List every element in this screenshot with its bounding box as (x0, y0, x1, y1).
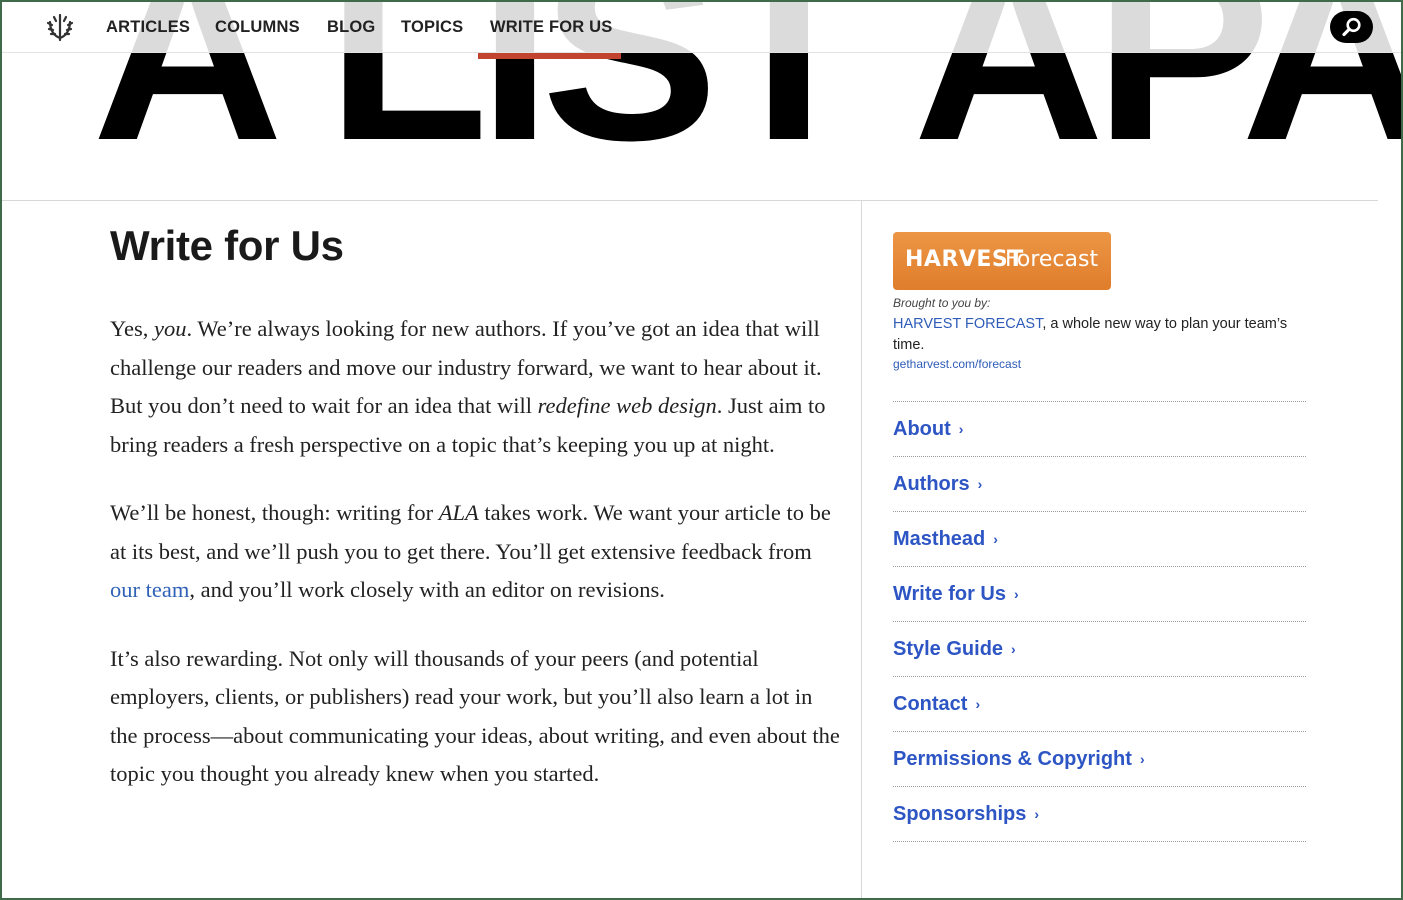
our-team-link[interactable]: our team (110, 577, 189, 602)
sidebar-item-label: Authors (893, 472, 970, 495)
browser-viewport: A LIST APART ARTICLES COLUMNS BLOG TOP (0, 0, 1403, 900)
sidebar-item-label: Permissions & Copyright (893, 747, 1132, 770)
sponsor-url-link[interactable]: getharvest.com/forecast (893, 357, 1306, 371)
sponsor-description: HARVEST FORECAST, a whole new way to pla… (893, 314, 1306, 355)
sponsor-brought-by: Brought to you by: (893, 296, 991, 310)
sidebar-item-label: Write for Us (893, 582, 1006, 605)
chevron-right-icon: › (1034, 806, 1040, 822)
sidebar-item-sponsorships[interactable]: Sponsorships › (893, 787, 1306, 842)
emphasis-text: you (154, 316, 187, 341)
sidebar-item-style-guide[interactable]: Style Guide › (893, 622, 1306, 677)
sidebar-item-label: Contact (893, 692, 968, 715)
search-icon (1342, 17, 1361, 37)
emphasis-text: redefine web design (537, 393, 717, 418)
header-divider (2, 200, 1378, 201)
sidebar-item-contact[interactable]: Contact › (893, 677, 1306, 732)
sidebar-item-label: Style Guide (893, 637, 1004, 660)
sidebar-item-about[interactable]: About › (893, 402, 1306, 457)
wreath-logo-icon[interactable] (44, 12, 76, 42)
chevron-right-icon: › (993, 531, 998, 547)
sidebar-item-label: Masthead (893, 527, 986, 550)
nav-columns[interactable]: COLUMNS (215, 18, 300, 37)
chevron-right-icon: › (975, 696, 981, 712)
emphasis-text: ALA (438, 500, 479, 525)
column-divider (861, 201, 862, 898)
work-paragraph: We’ll be honest, though: writing for ALA… (110, 494, 840, 610)
text-run: We’ll be honest, though: writing for (110, 500, 439, 525)
text-run: Yes, (110, 316, 154, 341)
rewarding-paragraph: It’s also rewarding. Not only will thous… (110, 645, 840, 787)
page-title: Write for Us (110, 222, 344, 269)
sponsor-product: Forecast (1005, 247, 1099, 272)
chevron-right-icon: › (958, 421, 964, 437)
sidebar-item-masthead[interactable]: Masthead › (893, 512, 1306, 567)
sidebar-item-write-for-us[interactable]: Write for Us › (893, 567, 1306, 622)
sponsor-name-link[interactable]: HARVEST FORECAST (893, 316, 1042, 332)
about-navigation: About › Authors › Masthead › Write for U… (893, 401, 1306, 842)
nav-blog[interactable]: BLOG (327, 18, 375, 37)
sponsor-banner[interactable]: HARVEST Forecast (893, 232, 1111, 290)
intro-paragraph: Yes, you. We’re always looking for new a… (110, 310, 840, 464)
nav-articles[interactable]: ARTICLES (106, 18, 190, 37)
nav-write-for-us[interactable]: WRITE FOR US (490, 18, 612, 37)
nav-topics[interactable]: TOPICS (401, 18, 463, 37)
chevron-right-icon: › (1011, 641, 1016, 657)
sidebar: HARVEST Forecast Brought to you by: HARV… (893, 232, 1306, 842)
chevron-right-icon: › (977, 476, 983, 492)
top-navigation: ARTICLES COLUMNS BLOG TOPICS WRITE FOR U… (2, 2, 1401, 53)
sidebar-item-authors[interactable]: Authors › (893, 457, 1306, 512)
sidebar-item-permissions[interactable]: Permissions & Copyright › (893, 732, 1306, 787)
text-run: , and you’ll work closely with an editor… (189, 577, 665, 602)
site-header: A LIST APART ARTICLES COLUMNS BLOG TOP (2, 2, 1401, 202)
chevron-right-icon: › (1139, 751, 1145, 767)
main-content: Write for Us Yes, you. We’re always look… (110, 220, 840, 794)
sidebar-item-label: About (893, 417, 951, 440)
active-nav-indicator (478, 53, 621, 59)
sidebar-item-label: Sponsorships (893, 802, 1027, 825)
search-button[interactable] (1330, 11, 1373, 43)
chevron-right-icon: › (1013, 586, 1019, 602)
